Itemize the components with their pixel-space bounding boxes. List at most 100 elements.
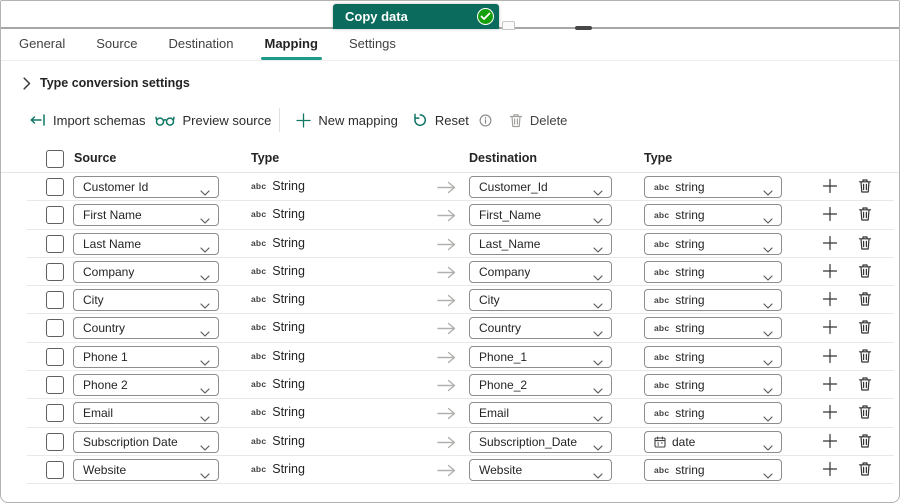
destination-type-dropdown[interactable]: abc string <box>644 289 782 312</box>
copy-data-activity-header[interactable]: Copy data <box>333 4 499 29</box>
source-field-dropdown[interactable]: Customer Id <box>73 176 219 198</box>
destination-type-dropdown[interactable]: abc string <box>644 402 782 425</box>
row-checkbox[interactable] <box>46 404 64 423</box>
new-mapping-button[interactable]: New mapping <box>296 113 398 128</box>
destination-field-dropdown[interactable]: Phone_2 <box>469 374 612 397</box>
select-all-checkbox[interactable] <box>46 150 64 168</box>
add-mapping-row-button[interactable] <box>822 461 838 477</box>
delete-mapping-row-button[interactable] <box>858 404 872 420</box>
row-checkbox[interactable] <box>46 291 64 310</box>
tab-settings[interactable]: Settings <box>347 30 398 60</box>
tab-mapping[interactable]: Mapping <box>260 30 323 60</box>
destination-type-dropdown[interactable]: abc string <box>644 317 782 340</box>
reset-icon <box>412 112 428 128</box>
source-field-dropdown[interactable]: Phone 1 <box>73 345 219 368</box>
chevron-right-icon <box>23 76 31 90</box>
source-field-dropdown[interactable]: Website <box>73 458 219 481</box>
header-source: Source <box>74 151 117 165</box>
destination-field-dropdown[interactable]: Last_Name <box>469 232 612 255</box>
import-schemas-label: Import schemas <box>53 112 146 128</box>
add-mapping-row-button[interactable] <box>822 291 838 307</box>
row-checkbox[interactable] <box>46 460 64 479</box>
destination-field-dropdown[interactable]: Country <box>469 317 612 340</box>
delete-mapping-row-button[interactable] <box>858 348 872 364</box>
delete-mapping-row-button[interactable] <box>858 433 872 449</box>
add-mapping-row-button[interactable] <box>822 206 838 222</box>
source-field-dropdown[interactable]: City <box>73 289 219 312</box>
destination-field-dropdown[interactable]: City <box>469 289 612 312</box>
destination-field-dropdown[interactable]: Email <box>469 402 612 425</box>
source-field-value: Phone 2 <box>83 378 128 393</box>
source-field-dropdown[interactable]: Last Name <box>73 232 219 255</box>
delete-mapping-row-button[interactable] <box>858 263 872 279</box>
delete-mapping-row-button[interactable] <box>858 461 872 477</box>
add-mapping-row-button[interactable] <box>822 319 838 335</box>
delete-mapping-row-button[interactable] <box>858 291 872 307</box>
row-checkbox[interactable] <box>46 376 64 395</box>
delete-mapping-row-button[interactable] <box>858 235 872 251</box>
delete-mapping-row-button[interactable] <box>858 178 872 194</box>
delete-mapping-row-button[interactable] <box>858 376 872 392</box>
source-field-dropdown[interactable]: Company <box>73 260 219 283</box>
type-conversion-settings-toggle[interactable]: Type conversion settings <box>23 76 899 90</box>
source-field-dropdown[interactable]: First Name <box>73 204 219 227</box>
add-mapping-row-button[interactable] <box>822 178 838 194</box>
tab-destination[interactable]: Destination <box>166 30 235 60</box>
destination-field-dropdown[interactable]: Phone_1 <box>469 345 612 368</box>
reset-button[interactable]: Reset <box>412 112 492 128</box>
destination-field-dropdown[interactable]: Subscription_Date <box>469 430 612 453</box>
abc-type-icon: abc <box>251 350 267 361</box>
add-mapping-row-button[interactable] <box>822 235 838 251</box>
chevron-down-icon <box>763 185 773 199</box>
activity-title: Copy data <box>345 9 408 24</box>
row-checkbox[interactable] <box>46 234 64 253</box>
delete-mapping-row-button[interactable] <box>858 319 872 335</box>
delete-selected-button[interactable]: Delete <box>509 112 568 128</box>
source-field-dropdown[interactable]: Email <box>73 402 219 425</box>
source-field-dropdown[interactable]: Phone 2 <box>73 374 219 397</box>
row-checkbox[interactable] <box>46 206 64 225</box>
panel-resize-handle[interactable] <box>575 26 592 30</box>
destination-field-dropdown[interactable]: Customer_Id <box>469 176 612 198</box>
destination-type-dropdown[interactable]: abc string <box>644 458 782 481</box>
abc-type-icon-dest: abc <box>654 351 670 362</box>
add-mapping-row-button[interactable] <box>822 348 838 364</box>
delete-mapping-row-button[interactable] <box>858 206 872 222</box>
destination-field-dropdown[interactable]: First_Name <box>469 204 612 227</box>
destination-type-dropdown[interactable]: abc string <box>644 260 782 283</box>
tab-general[interactable]: General <box>17 30 67 60</box>
row-checkbox[interactable] <box>46 178 64 196</box>
add-mapping-row-button[interactable] <box>822 404 838 420</box>
abc-type-icon-dest: abc <box>654 210 670 221</box>
import-schemas-button[interactable]: Import schemas <box>29 113 145 128</box>
row-checkbox[interactable] <box>46 262 64 281</box>
destination-type-dropdown[interactable]: abc string <box>644 232 782 255</box>
destination-type-dropdown[interactable]: abc string <box>644 176 782 198</box>
add-mapping-row-button[interactable] <box>822 376 838 392</box>
destination-type-dropdown[interactable]: abc string <box>644 204 782 227</box>
row-checkbox[interactable] <box>46 347 64 366</box>
destination-field-dropdown[interactable]: Company <box>469 260 612 283</box>
add-mapping-row-button[interactable] <box>822 263 838 279</box>
add-mapping-row-button[interactable] <box>822 433 838 449</box>
source-type-value: String <box>272 320 305 335</box>
row-checkbox[interactable] <box>46 432 64 451</box>
source-field-value: Email <box>83 406 114 421</box>
import-arrow-icon <box>29 113 46 127</box>
destination-type-value: string <box>675 349 705 364</box>
destination-type-dropdown[interactable]: abc string <box>644 374 782 397</box>
row-checkbox[interactable] <box>46 319 64 338</box>
delete-label: Delete <box>529 112 568 128</box>
destination-field-value: Phone_2 <box>479 378 528 393</box>
destination-type-dropdown[interactable]: abc string <box>644 345 782 368</box>
info-icon[interactable] <box>479 114 492 127</box>
destination-field-dropdown[interactable]: Website <box>469 458 612 481</box>
source-field-dropdown[interactable]: Subscription Date <box>73 430 219 453</box>
destination-type-dropdown[interactable]: abc date <box>644 430 782 454</box>
preview-source-button[interactable]: Preview source <box>155 113 271 128</box>
tab-source[interactable]: Source <box>94 30 139 60</box>
source-field-dropdown[interactable]: Country <box>73 317 219 340</box>
source-type-cell: abc String <box>251 264 305 278</box>
chevron-down-icon <box>763 440 773 454</box>
source-type-cell: abc String <box>251 349 305 363</box>
